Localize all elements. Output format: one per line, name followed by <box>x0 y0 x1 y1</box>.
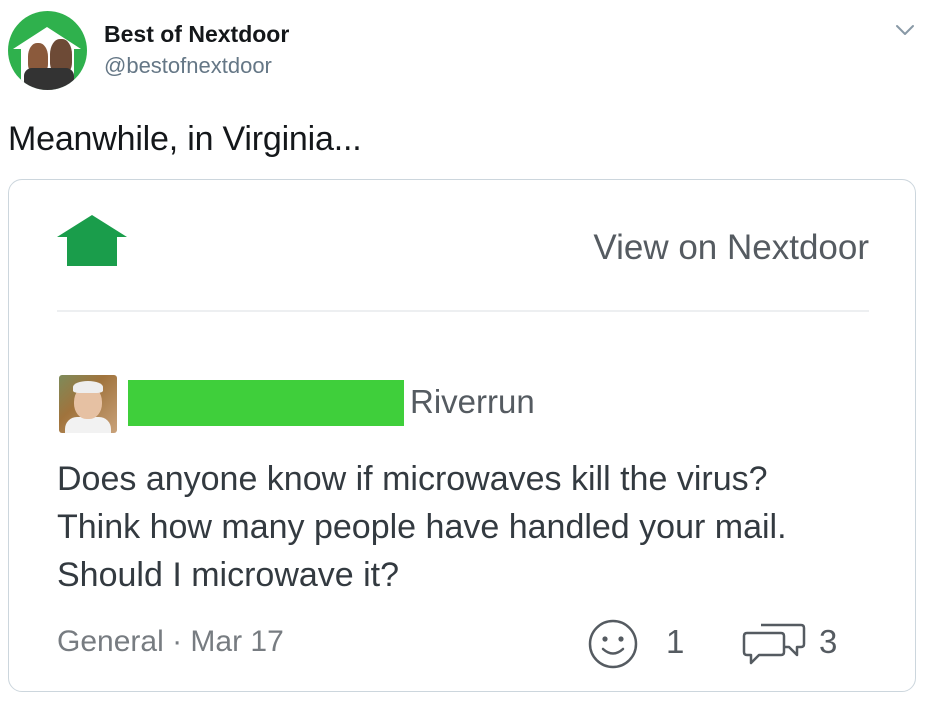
meta-separator: · <box>172 625 183 658</box>
avatar-muppet-suits <box>24 68 74 90</box>
tweet-text: Meanwhile, in Virginia... <box>8 120 362 158</box>
smile-icon[interactable] <box>587 618 639 670</box>
display-name[interactable]: Best of Nextdoor <box>104 21 289 48</box>
chevron-down-icon[interactable] <box>895 23 915 37</box>
poster-neighborhood[interactable]: Riverrun <box>410 383 535 421</box>
post-body-line: Think how many people have handled your … <box>57 508 787 546</box>
comment-count: 3 <box>819 623 838 660</box>
post-meta: General · Mar 17 <box>57 625 284 659</box>
redacted-poster-name <box>128 380 404 426</box>
profile-avatar[interactable] <box>8 11 87 90</box>
post-body-line: Should I microwave it? <box>57 556 400 594</box>
poster-avatar-hair <box>73 381 103 393</box>
nextdoor-embed-card[interactable]: View on Nextdoor Riverrun Does anyone kn… <box>8 179 916 692</box>
nextdoor-house-logo-icon[interactable] <box>57 213 127 268</box>
post-date: Mar 17 <box>190 625 284 658</box>
user-handle[interactable]: @bestofnextdoor <box>104 53 272 79</box>
view-on-nextdoor-link[interactable]: View on Nextdoor <box>593 228 869 268</box>
post-body: Does anyone know if microwaves kill the … <box>57 455 877 599</box>
avatar-house-roof <box>13 27 81 49</box>
tweet: Best of Nextdoor @bestofnextdoor Meanwhi… <box>0 0 932 714</box>
poster-avatar-shirt <box>65 417 111 433</box>
post-body-line: Does anyone know if microwaves kill the … <box>57 460 768 498</box>
card-divider <box>57 310 869 312</box>
comment-icon[interactable] <box>739 619 807 667</box>
poster-avatar[interactable] <box>59 375 117 433</box>
reaction-count: 1 <box>666 623 685 660</box>
post-category[interactable]: General <box>57 625 164 658</box>
